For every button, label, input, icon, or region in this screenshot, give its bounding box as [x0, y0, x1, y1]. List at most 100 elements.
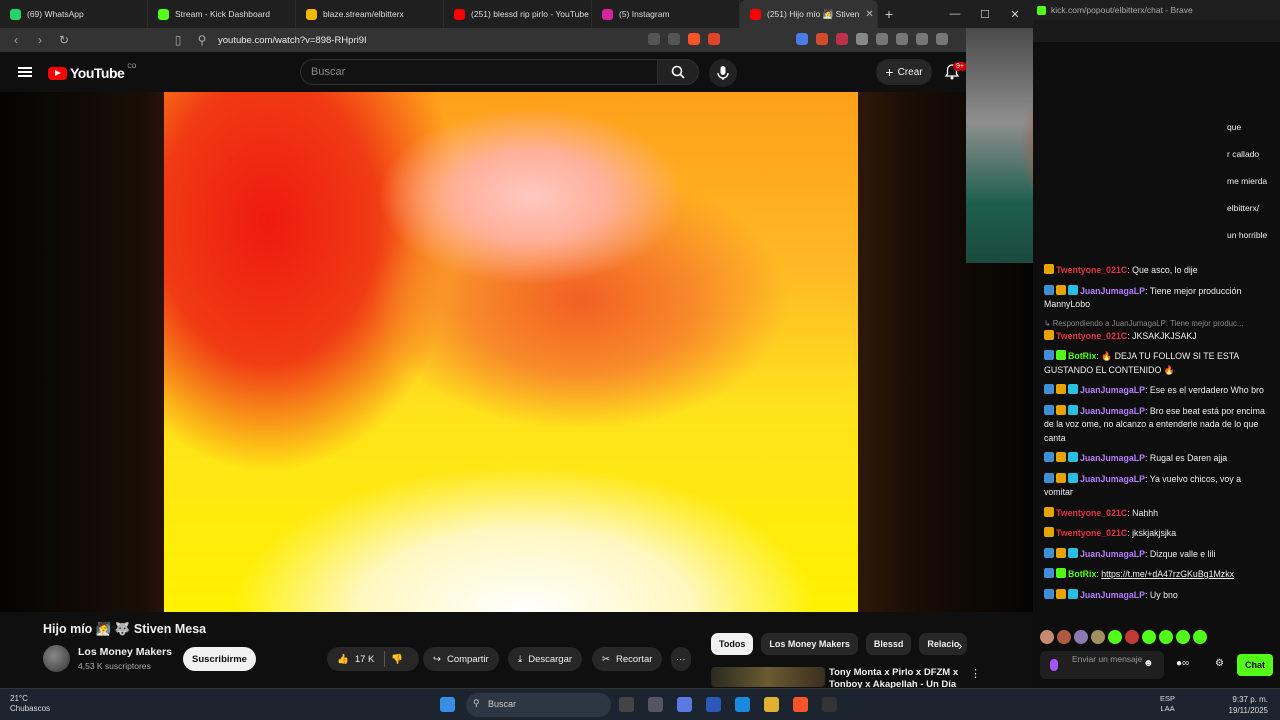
- task-view-icon[interactable]: [619, 697, 634, 712]
- minimize-icon[interactable]: —: [940, 8, 970, 20]
- language-indicator[interactable]: ESP LAA: [1160, 694, 1175, 714]
- chat-username[interactable]: Twentyone_021C: [1056, 528, 1127, 538]
- brave-shield-icon[interactable]: [688, 33, 700, 45]
- search-button[interactable]: [657, 59, 699, 85]
- sidebar-icon[interactable]: [916, 33, 928, 45]
- emote-icon[interactable]: [1057, 630, 1071, 644]
- emote-icon[interactable]: [1074, 630, 1088, 644]
- chat-username[interactable]: JuanJumagaLP: [1080, 474, 1145, 484]
- kebab-menu-icon[interactable]: ⋮: [970, 667, 981, 680]
- filter-chip[interactable]: Todos: [711, 633, 754, 655]
- media-icon[interactable]: [896, 33, 908, 45]
- url-text[interactable]: youtube.com/watch?v=898-RHpri9I: [218, 35, 367, 46]
- forward-icon[interactable]: ›: [32, 33, 48, 47]
- wallet-icon[interactable]: [936, 33, 948, 45]
- download-button[interactable]: ⤓ Descargar: [508, 647, 583, 671]
- chat-username[interactable]: BotRix: [1068, 569, 1096, 579]
- clock[interactable]: 9:37 p. m. 19/11/2025: [1229, 694, 1268, 716]
- menu-icon[interactable]: [18, 67, 32, 77]
- widgets-icon[interactable]: [648, 697, 663, 712]
- extension-icon[interactable]: [836, 33, 848, 45]
- new-tab-icon[interactable]: +: [878, 6, 900, 22]
- filter-chip[interactable]: Los Money Makers: [761, 633, 858, 655]
- screenshot-icon[interactable]: [876, 33, 888, 45]
- emote-icon[interactable]: [1142, 630, 1156, 644]
- kick-popup-url: kick.com/popout/elbitterx/chat - Brave: [1051, 5, 1193, 15]
- reload-icon[interactable]: ↻: [56, 33, 72, 47]
- users-icon[interactable]: ●∞: [1176, 658, 1189, 669]
- copilot-icon[interactable]: [677, 697, 692, 712]
- chat-username[interactable]: JuanJumagaLP: [1080, 286, 1145, 296]
- chat-username[interactable]: JuanJumagaLP: [1080, 590, 1145, 600]
- share-button[interactable]: ↪ Compartir: [423, 647, 499, 671]
- screen-icon[interactable]: [648, 33, 660, 45]
- close-window-icon[interactable]: ✕: [1000, 8, 1030, 21]
- settings-gear-icon[interactable]: ⚙: [1215, 658, 1224, 669]
- browser-tab[interactable]: Stream - Kick Dashboard: [148, 0, 296, 28]
- edge-icon[interactable]: [735, 697, 750, 712]
- chat-username[interactable]: JuanJumagaLP: [1080, 453, 1145, 463]
- browser-tab[interactable]: (5) Instagram: [592, 0, 740, 28]
- chat-username[interactable]: JuanJumagaLP: [1080, 406, 1145, 416]
- like-button[interactable]: 👍 17 K 👎: [327, 647, 419, 671]
- chat-link[interactable]: https://t.me/+dA47rzGKuBg1Mzkx: [1101, 569, 1234, 579]
- file-explorer-icon[interactable]: [764, 697, 779, 712]
- store-icon[interactable]: [706, 697, 721, 712]
- recommended-thumbnail[interactable]: [711, 667, 825, 687]
- mic-icon[interactable]: [1050, 659, 1058, 671]
- chat-username[interactable]: Twentyone_021C: [1056, 265, 1127, 275]
- chat-username[interactable]: JuanJumagaLP: [1080, 549, 1145, 559]
- browser-tab[interactable]: (69) WhatsApp: [0, 0, 148, 28]
- user-badge-icon: [1044, 588, 1054, 599]
- create-button[interactable]: + Crear: [876, 59, 932, 85]
- translate-icon[interactable]: [796, 33, 808, 45]
- maximize-icon[interactable]: ☐: [970, 8, 1000, 21]
- puzzle-icon[interactable]: [856, 33, 868, 45]
- share-icon[interactable]: [668, 33, 680, 45]
- obs-icon[interactable]: [822, 697, 837, 712]
- emote-icon[interactable]: [1176, 630, 1190, 644]
- brave-rewards-icon[interactable]: [708, 33, 720, 45]
- emote-icon[interactable]: [1125, 630, 1139, 644]
- chat-username[interactable]: Twentyone_021C: [1056, 508, 1127, 518]
- search-input[interactable]: Buscar: [300, 59, 657, 85]
- windows-start-icon[interactable]: [440, 697, 455, 712]
- user-badge-icon: [1044, 547, 1054, 558]
- emote-icon[interactable]: [1091, 630, 1105, 644]
- emote-icon[interactable]: [1193, 630, 1207, 644]
- filter-chip[interactable]: Blessd: [865, 633, 912, 655]
- youtube-logo[interactable]: YouTube CO: [48, 64, 136, 81]
- close-tab-icon[interactable]: ✕: [865, 9, 873, 20]
- thumbs-down-icon[interactable]: 👎: [391, 654, 403, 665]
- chevron-right-icon[interactable]: ›: [958, 638, 962, 653]
- emote-icon[interactable]: [1159, 630, 1173, 644]
- voice-search-button[interactable]: [709, 59, 737, 87]
- emoji-icon[interactable]: ☻: [1143, 658, 1154, 669]
- video-player[interactable]: [0, 92, 1033, 612]
- browser-tab[interactable]: (251) Hijo mío 🧖 Stiven ✕: [740, 0, 878, 28]
- chat-username[interactable]: BotRix: [1068, 351, 1096, 361]
- chat-username[interactable]: JuanJumagaLP: [1080, 385, 1145, 395]
- chat-send-button[interactable]: Chat: [1237, 654, 1273, 676]
- taskbar-search[interactable]: ⚲ Buscar: [466, 693, 611, 717]
- chat-username[interactable]: Twentyone_021C: [1056, 331, 1127, 341]
- bookmark-icon[interactable]: ▯: [170, 33, 186, 47]
- video-frame[interactable]: [164, 92, 858, 612]
- lang-secondary: LAA: [1160, 704, 1175, 713]
- emote-icon[interactable]: [1040, 630, 1054, 644]
- clip-button[interactable]: ✂ Recortar: [592, 647, 663, 671]
- extension-icon[interactable]: [816, 33, 828, 45]
- channel-name[interactable]: Los Money Makers: [78, 646, 172, 658]
- user-badge-icon: [1056, 472, 1066, 483]
- browser-tab[interactable]: blaze.stream/elbitterx: [296, 0, 444, 28]
- emote-icon[interactable]: [1108, 630, 1122, 644]
- brave-icon[interactable]: [793, 697, 808, 712]
- subscribe-button[interactable]: Suscribirme: [183, 647, 256, 671]
- site-info-icon[interactable]: ⚲: [194, 33, 210, 47]
- recommended-title[interactable]: Tony Monta x Pirlo x DFZM x Tonboy x Aka…: [829, 667, 959, 689]
- back-icon[interactable]: ‹: [8, 33, 24, 47]
- channel-avatar[interactable]: [43, 645, 70, 672]
- browser-tab[interactable]: (251) blessd rip pirlo - YouTube: [444, 0, 592, 28]
- weather-widget[interactable]: 21°C Chubascos: [10, 694, 50, 714]
- more-actions-button[interactable]: ···: [671, 647, 691, 671]
